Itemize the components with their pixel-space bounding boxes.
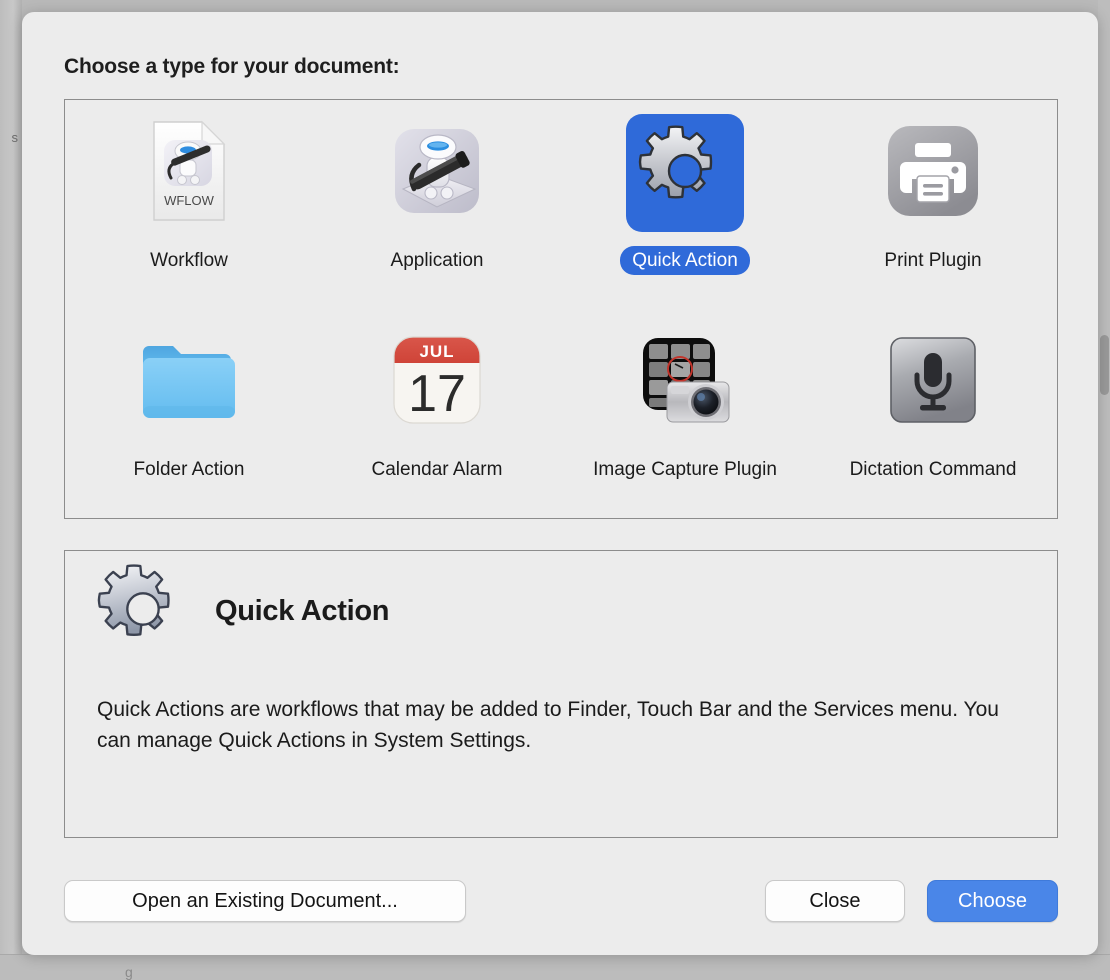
background-scrollbar[interactable] bbox=[1100, 335, 1109, 395]
background-window-right-edge bbox=[1098, 0, 1110, 955]
type-option-label: Print Plugin bbox=[884, 250, 982, 271]
type-description-text: Quick Actions are workflows that may be … bbox=[97, 698, 999, 752]
type-description-panel: Quick Action Quick Actions are workflows… bbox=[64, 550, 1058, 838]
open-existing-document-button[interactable]: Open an Existing Document... bbox=[64, 880, 466, 922]
quick-action-icon-slot bbox=[626, 114, 744, 232]
svg-text:JUL: JUL bbox=[419, 342, 454, 361]
folder-icon bbox=[139, 336, 239, 429]
gear-icon bbox=[634, 120, 736, 227]
choose-button[interactable]: Choose bbox=[927, 880, 1058, 922]
dictation-icon-slot bbox=[874, 323, 992, 441]
application-icon-slot bbox=[378, 114, 496, 232]
gear-icon bbox=[93, 559, 193, 664]
type-option-image-capture-plugin[interactable]: Image Capture Plugin bbox=[561, 309, 809, 484]
calendar-icon: JUL 17 bbox=[392, 335, 482, 430]
background-window-left-edge: s bbox=[0, 0, 22, 980]
background-window-bottom-bar: g bbox=[0, 954, 1110, 980]
choose-document-type-dialog: Choose a type for your document: WFLOW W… bbox=[22, 12, 1098, 955]
camera-grid-icon bbox=[635, 330, 735, 435]
type-option-label: Application bbox=[390, 250, 484, 271]
type-option-quick-action[interactable]: Quick Action bbox=[561, 100, 809, 275]
type-option-dictation-command[interactable]: Dictation Command bbox=[809, 309, 1057, 484]
type-option-label: Workflow bbox=[150, 250, 228, 271]
microphone-icon bbox=[886, 333, 980, 432]
automator-application-icon bbox=[385, 119, 489, 228]
printer-icon bbox=[884, 122, 982, 225]
type-option-folder-action[interactable]: Folder Action bbox=[65, 309, 313, 484]
type-option-label: Quick Action bbox=[620, 246, 750, 275]
type-option-label: Folder Action bbox=[133, 459, 245, 480]
type-option-label: Calendar Alarm bbox=[371, 459, 503, 480]
svg-text:WFLOW: WFLOW bbox=[164, 193, 215, 208]
background-left-text: s bbox=[11, 130, 19, 145]
workflow-document-icon: WFLOW bbox=[152, 120, 226, 227]
close-button[interactable]: Close bbox=[765, 880, 905, 922]
type-description-title: Quick Action bbox=[215, 595, 390, 627]
type-option-workflow[interactable]: WFLOW Workflow bbox=[65, 100, 313, 275]
type-description-header: Quick Action bbox=[93, 559, 389, 664]
type-option-label: Image Capture Plugin bbox=[593, 459, 777, 480]
image-capture-icon-slot bbox=[626, 323, 744, 441]
workflow-icon-slot: WFLOW bbox=[130, 114, 248, 232]
page-title: Choose a type for your document: bbox=[64, 55, 400, 78]
calendar-alarm-icon-slot: JUL 17 bbox=[378, 323, 496, 441]
print-plugin-icon-slot bbox=[874, 114, 992, 232]
svg-text:17: 17 bbox=[408, 365, 466, 423]
document-type-grid: WFLOW Workflow Application Quick Action … bbox=[64, 99, 1058, 519]
folder-action-icon-slot bbox=[130, 323, 248, 441]
type-option-calendar-alarm[interactable]: JUL 17 Calendar Alarm bbox=[313, 309, 561, 484]
type-option-label: Dictation Command bbox=[849, 459, 1017, 480]
type-option-print-plugin[interactable]: Print Plugin bbox=[809, 100, 1057, 275]
type-option-application[interactable]: Application bbox=[313, 100, 561, 275]
background-bottom-text: g bbox=[125, 964, 133, 980]
